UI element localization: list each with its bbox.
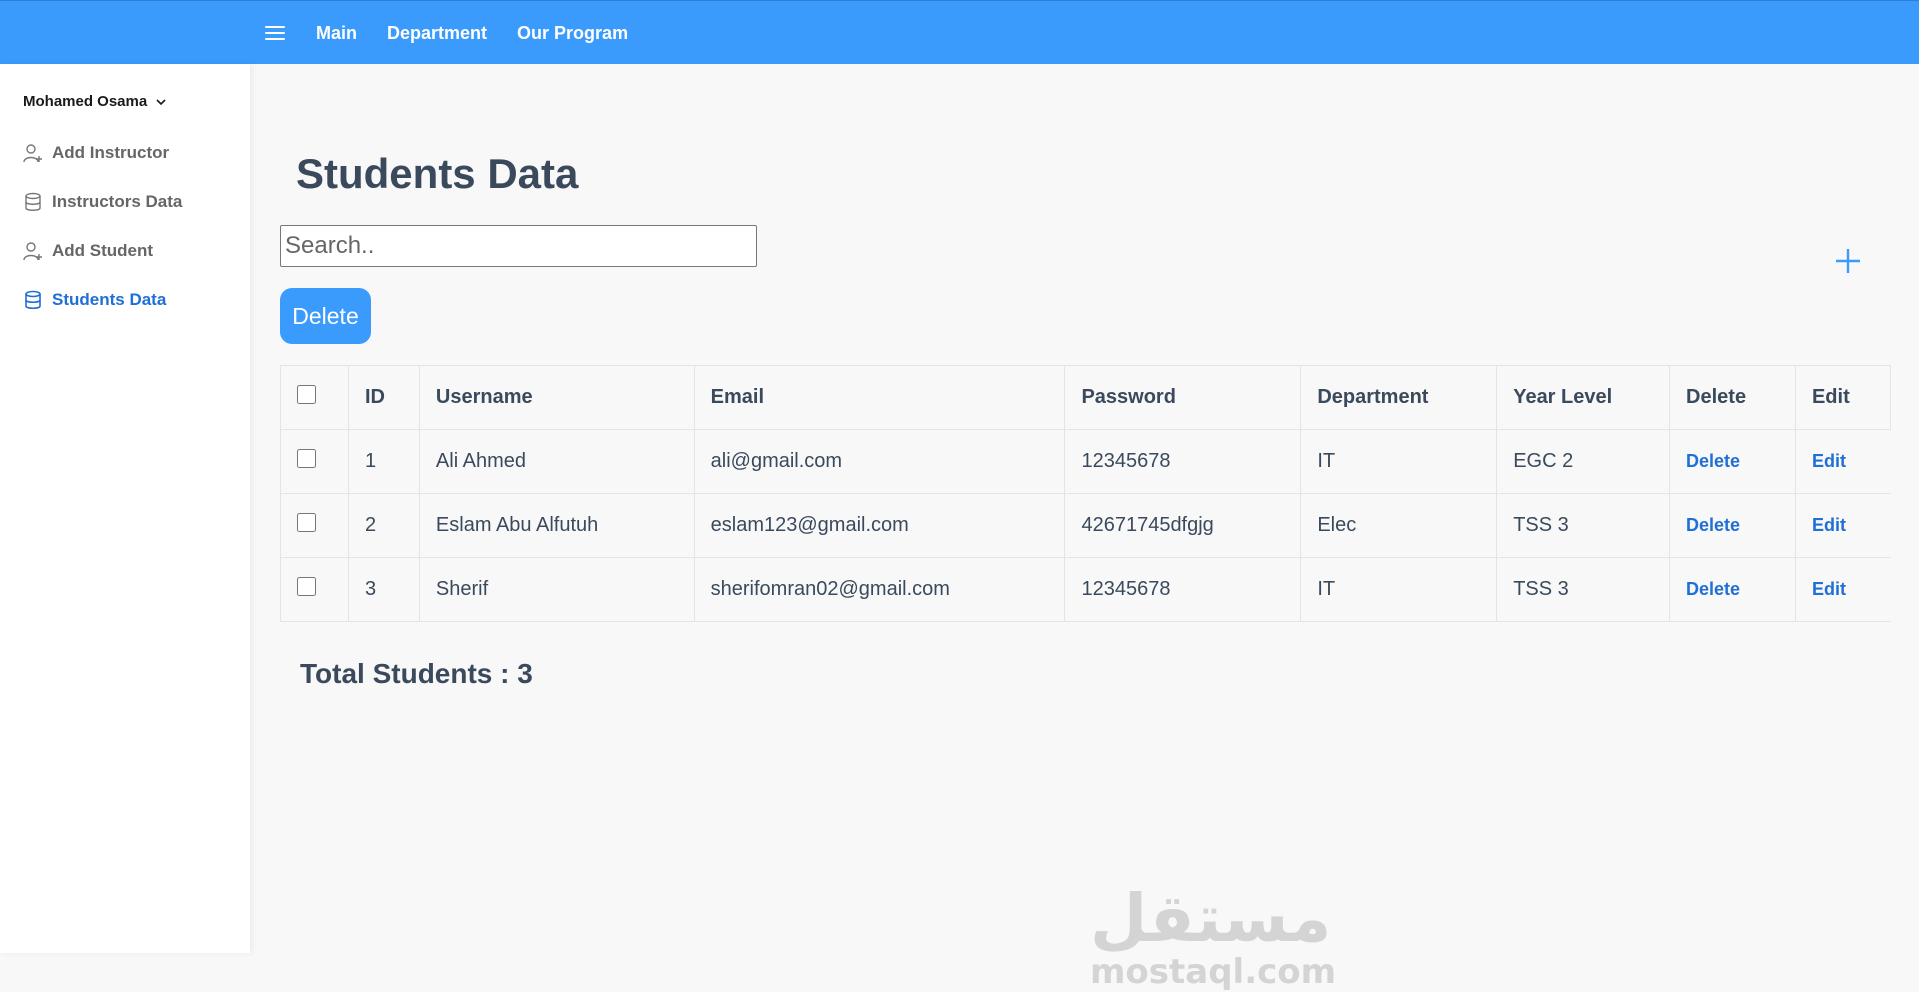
- sidebar-item-label: Add Instructor: [52, 143, 170, 162]
- plus-icon[interactable]: [1831, 244, 1865, 278]
- row-delete-link[interactable]: Delete: [1686, 579, 1740, 599]
- cell-id: 2: [347, 493, 420, 558]
- row-checkbox[interactable]: [297, 449, 316, 468]
- column-header: ID: [347, 365, 420, 430]
- select-all-checkbox[interactable]: [297, 385, 316, 404]
- user-plus-icon: [23, 144, 42, 163]
- row-delete-link[interactable]: Delete: [1686, 515, 1740, 535]
- column-header: Username: [418, 365, 695, 430]
- row-edit-link[interactable]: Edit: [1812, 515, 1846, 535]
- cell-year-level: TSS 3: [1496, 557, 1670, 622]
- watermark-latin: mostaql.com: [1090, 952, 1337, 992]
- column-header: Delete: [1669, 365, 1796, 430]
- database-icon: [25, 192, 41, 211]
- column-header: Password: [1064, 365, 1302, 430]
- column-header: Email: [693, 365, 1066, 430]
- row-edit-link[interactable]: Edit: [1812, 579, 1846, 599]
- cell-username: Eslam Abu Alfutuh: [418, 493, 695, 558]
- cell-department: IT: [1300, 429, 1497, 494]
- sidebar-item-add-instructor[interactable]: Add Instructor: [23, 143, 169, 163]
- cell-year-level: EGC 2: [1496, 429, 1670, 494]
- cell-department: Elec: [1300, 493, 1497, 558]
- cell-password: 12345678: [1064, 557, 1301, 622]
- sidebar-item-label: Add Student: [52, 241, 154, 260]
- row-delete-link[interactable]: Delete: [1686, 451, 1740, 471]
- cell-email: eslam123@gmail.com: [693, 493, 1065, 558]
- sidebar: Mohamed Osama Add Instructor Instructors…: [0, 64, 250, 953]
- main-content: Students Data Delete ID Username Email P…: [250, 64, 1919, 990]
- sidebar-item-label: Instructors Data: [52, 192, 183, 211]
- cell-password: 42671745dfgjg: [1064, 493, 1301, 558]
- cell-id: 1: [347, 429, 420, 494]
- sidebar-item-instructors-data[interactable]: Instructors Data: [23, 192, 182, 212]
- watermark-logo: مستقل mostaql.com: [1090, 880, 1337, 992]
- cell-year-level: TSS 3: [1496, 493, 1670, 558]
- nav-our-program-link[interactable]: Our Program: [517, 21, 628, 45]
- hamburger-icon[interactable]: [265, 23, 285, 41]
- top-navbar: Main Department Our Program: [0, 0, 1919, 64]
- top-nav: Main Department Our Program: [316, 21, 658, 45]
- row-edit-link[interactable]: Edit: [1812, 451, 1846, 471]
- row-checkbox[interactable]: [297, 513, 316, 532]
- header-select-all: [280, 365, 349, 430]
- cell-delete: Delete: [1669, 557, 1796, 622]
- sidebar-item-add-student[interactable]: Add Student: [23, 241, 153, 261]
- table-header-row: ID Username Email Password Department Ye…: [280, 365, 1892, 430]
- page-title: Students Data: [296, 150, 579, 197]
- row-select-cell: [280, 557, 349, 622]
- row-select-cell: [280, 493, 349, 558]
- cell-password: 12345678: [1064, 429, 1301, 494]
- table-row: 1 Ali Ahmed ali@gmail.com 12345678 IT EG…: [280, 429, 1891, 494]
- cell-id: 3: [347, 557, 420, 622]
- row-select-cell: [280, 429, 349, 494]
- cell-email: ali@gmail.com: [693, 429, 1065, 494]
- cell-edit: Edit: [1794, 429, 1891, 494]
- search-input[interactable]: [280, 225, 757, 267]
- cell-delete: Delete: [1669, 429, 1796, 494]
- cell-username: Ali Ahmed: [418, 429, 695, 494]
- column-header: Edit: [1794, 365, 1892, 430]
- user-menu-dropdown[interactable]: Mohamed Osama: [23, 93, 167, 110]
- nav-main-link[interactable]: Main: [316, 21, 357, 45]
- database-icon: [25, 290, 41, 310]
- user-plus-icon: [23, 242, 42, 261]
- table-row: 3 Sherif sherifomran02@gmail.com 1234567…: [280, 557, 1891, 622]
- column-header: Department: [1300, 365, 1498, 430]
- cell-delete: Delete: [1669, 493, 1796, 558]
- user-name: Mohamed Osama: [23, 93, 148, 110]
- chevron-down-icon: [156, 98, 166, 105]
- delete-selected-button[interactable]: Delete: [280, 288, 371, 344]
- cell-department: IT: [1300, 557, 1497, 622]
- watermark-arabic: مستقل: [1090, 880, 1332, 957]
- nav-department-link[interactable]: Department: [387, 21, 487, 45]
- cell-edit: Edit: [1794, 493, 1891, 558]
- cell-edit: Edit: [1794, 557, 1891, 622]
- students-table: ID Username Email Password Department Ye…: [280, 365, 1892, 622]
- table-row: 2 Eslam Abu Alfutuh eslam123@gmail.com 4…: [280, 493, 1891, 558]
- row-checkbox[interactable]: [297, 577, 316, 596]
- sidebar-item-label: Students Data: [52, 290, 167, 309]
- cell-email: sherifomran02@gmail.com: [693, 557, 1065, 622]
- sidebar-item-students-data[interactable]: Students Data: [23, 290, 166, 310]
- total-students: Total Students : 3: [300, 658, 533, 689]
- column-header: Year Level: [1496, 365, 1671, 430]
- cell-username: Sherif: [418, 557, 695, 622]
